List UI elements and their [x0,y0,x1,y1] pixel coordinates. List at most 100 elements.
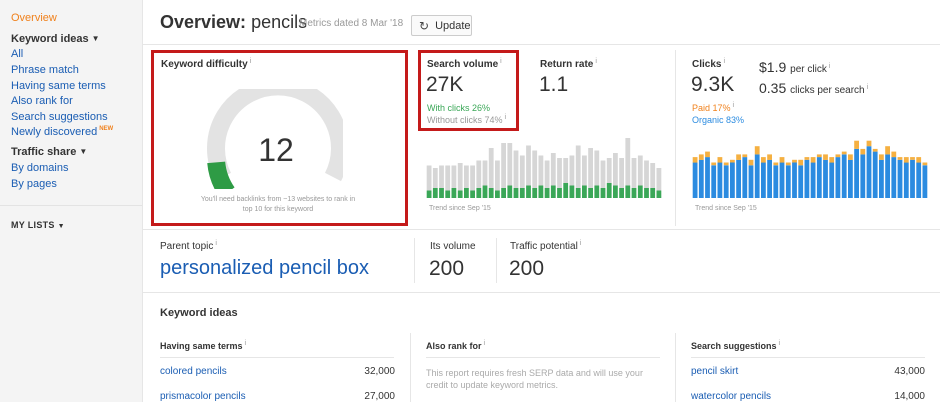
clicks-trend-bar-paid [835,154,841,158]
clicks-trend-bar-organic [854,148,859,198]
parent-topic-link[interactable]: personalized pencil box [160,257,369,280]
search-volume-trend-bar-without-clicks [588,148,593,188]
sidebar-item-by-pages[interactable]: By pages [11,178,57,190]
column-separator [675,333,676,402]
header-divider [143,44,940,45]
search-volume-trend-bar-without-clicks [575,145,581,188]
search-volume-trend-bar-with-clicks [600,188,606,198]
search-volume-trend-bar-with-clicks [631,188,637,198]
info-icon[interactable]: i [484,340,486,347]
metrics-date: Metrics dated 8 Mar '18 [299,18,404,29]
search-volume-trend-bar-with-clicks [507,185,513,198]
info-icon[interactable]: i [245,340,247,347]
clicks-trend-bar-organic [723,165,729,198]
search-volume-trend-bar-without-clicks [482,160,488,186]
paid-text: Paid 17% i [692,102,735,113]
search-volume-trend-bar-without-clicks [439,165,444,188]
search-volume-trend-bar-with-clicks [445,190,451,198]
search-volume-trend-bar-without-clicks [582,155,587,186]
clicks-trend-bar-organic [835,157,841,198]
also-rank-for-head[interactable]: Also rank for i [426,340,486,351]
clicks-trend-bar-paid [810,157,816,163]
sidebar-heading-traffic-share[interactable]: Traffic share ▼ [11,146,87,158]
search-volume-trend-bar-with-clicks [644,188,649,198]
its-volume-value: 200 [429,257,465,280]
sidebar-heading-label: Keyword ideas [11,33,89,45]
keyword-row-link[interactable]: colored pencils [160,366,227,377]
search-volume-trend-bar-without-clicks [451,165,457,188]
clicks-trend-bar-paid [823,154,828,160]
clicks-trend-bar-paid [829,157,835,163]
info-icon[interactable]: i [723,58,725,65]
search-suggestions-head[interactable]: Search suggestions i [691,340,781,351]
clicks-trend-bar-paid [785,162,791,166]
traffic-potential-text: Traffic potential [510,241,578,252]
search-volume-trend-bar-without-clicks [644,160,649,188]
sidebar-heading-label: Traffic share [11,146,77,158]
search-volume-trend-bar-with-clicks [476,188,482,198]
search-volume-trend-bar-without-clicks [488,148,494,188]
update-button[interactable]: ↻ Update [411,15,472,36]
having-same-terms-head[interactable]: Having same terms i [160,340,247,351]
clicks-trend-bar-paid [692,157,698,163]
info-icon[interactable]: i [580,240,582,247]
sidebar-heading-keyword-ideas[interactable]: Keyword ideas ▼ [11,33,100,45]
search-volume-trend-bar-without-clicks [600,160,606,188]
search-volume-trend-bar-with-clicks [656,190,662,198]
cps-value: 0.35 [759,80,787,96]
sidebar-item-having-same-terms[interactable]: Having same terms [11,80,106,92]
info-icon[interactable]: i [595,58,597,65]
search-volume-trend-bar-with-clicks [582,185,587,198]
clicks-trend-bar-paid [723,162,729,166]
clicks-trend-bar-paid [848,154,853,160]
sidebar-item-all[interactable]: All [11,48,23,60]
clicks-trend-bar-paid [717,157,723,163]
sidebar-item-phrase-match[interactable]: Phrase match [11,64,79,76]
clicks-trend-bar-paid [879,154,884,160]
clicks-trend-bar-organic [860,154,866,198]
cards-divider [143,229,940,230]
return-rate-value: 1.1 [539,73,569,96]
clicks-chart [692,140,928,198]
search-volume-trend-bar-without-clicks [619,158,624,188]
sidebar-my-lists[interactable]: MY LISTS ▼ [11,220,65,230]
search-volume-trend-bar-with-clicks [613,185,618,198]
keyword-row-link[interactable]: prismacolor pencils [160,391,246,402]
info-icon[interactable]: i [867,84,869,91]
clicks-trend-bar-organic [810,162,816,198]
clicks-trend-bar-organic [848,159,853,198]
info-icon[interactable]: i [215,240,217,247]
search-volume-trend-bar-without-clicks [495,160,500,191]
search-volume-trend-bar-without-clicks [464,165,469,188]
search-volume-trend-bar-without-clicks [532,150,538,188]
clicks-trend-bar-organic [798,165,804,198]
search-volume-chart [426,138,662,198]
search-volume-trend-bar-with-clicks [625,185,631,198]
suggestion-row-link[interactable]: pencil skirt [691,366,738,377]
info-icon[interactable]: i [733,102,735,109]
page-title-label: Overview: [160,12,247,32]
clicks-trend-bar-paid [916,157,922,163]
search-volume-trend-bar-with-clicks [519,188,525,198]
sidebar-item-search-suggestions[interactable]: Search suggestions [11,111,108,123]
cpc-unit: per click [790,64,827,75]
search-volume-trend-bar-without-clicks [513,150,519,188]
search-volume-trend-bar-with-clicks [544,188,550,198]
keyword-row-volume: 27,000 [364,391,395,402]
clicks-trend-bar-paid [730,159,735,163]
info-icon[interactable]: i [829,63,831,70]
clicks-trend-bar-paid [792,159,797,163]
search-volume-trend-bar-with-clicks [563,183,569,198]
info-icon[interactable]: i [779,340,781,347]
clicks-trend-bar-paid [891,151,897,158]
suggestion-row-link[interactable]: watercolor pencils [691,391,771,402]
sidebar-item-also-rank-for[interactable]: Also rank for [11,95,73,107]
sidebar-item-newly-discovered[interactable]: Newly discovered NEW [11,126,113,138]
sidebar-item-overview[interactable]: Overview [11,12,57,24]
refresh-icon: ↻ [419,18,430,33]
sidebar-item-by-domains[interactable]: By domains [11,162,68,174]
cpc-value: $1.9 [759,59,787,75]
search-volume-trend-bar-without-clicks [606,158,612,183]
clicks-trend-bar-organic [885,154,890,198]
search-volume-trend-bar-with-clicks [457,190,463,198]
